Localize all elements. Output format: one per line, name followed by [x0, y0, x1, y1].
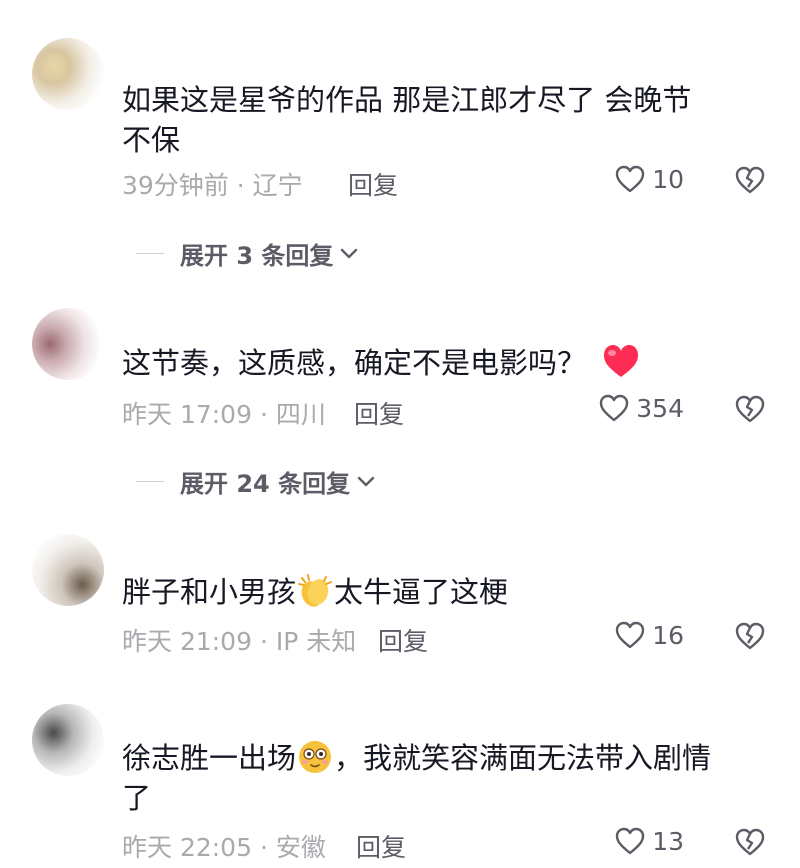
comment-text-part-1: 胖子和小男孩 [122, 575, 297, 609]
reply-button[interactable]: 回复 [348, 166, 398, 202]
like-button[interactable]: 13 [614, 826, 684, 856]
reply-button[interactable]: 回复 [356, 828, 406, 864]
like-button[interactable]: 16 [614, 620, 684, 650]
comment-text-line-1: 如果这是星爷的作品 那是江郎才尽了 会晚节 [122, 83, 692, 117]
broken-heart-icon[interactable] [734, 165, 766, 195]
like-count: 16 [652, 620, 684, 650]
heart-outline-icon [600, 394, 629, 422]
divider-line [136, 481, 164, 482]
expand-replies-button[interactable]: 展开 3 条回复 [136, 236, 359, 271]
flushed-face-icon [299, 741, 332, 773]
comment-text-line-2: 了 [122, 781, 152, 815]
comment-text: 这节奏，这质感，确定不是电影吗？ [122, 343, 762, 383]
heart-outline-icon [615, 827, 645, 855]
avatar[interactable] [32, 38, 104, 110]
comment-meta: 39分钟前 · 辽宁 [122, 171, 303, 200]
expand-replies-label: 展开 24 条回复 [180, 470, 351, 498]
avatar[interactable] [32, 704, 104, 776]
avatar[interactable] [32, 534, 104, 606]
comment-text-part-1: 徐志胜一出场 [122, 741, 297, 775]
comment-text: 徐志胜一出场 ，我就笑容满面无法带入剧情 了 [122, 738, 762, 818]
like-button[interactable]: 10 [614, 164, 684, 194]
comment-meta: 昨天 17:09 · 四川 [122, 400, 326, 429]
heart-outline-icon [615, 165, 645, 193]
red-heart-icon [604, 345, 639, 377]
comment-text: 如果这是星爷的作品 那是江郎才尽了 会晚节 不保 [122, 80, 762, 160]
comment-text-line-1: 这节奏，这质感，确定不是电影吗？ [122, 346, 587, 380]
like-count: 354 [636, 393, 684, 423]
heart-outline-icon [615, 621, 645, 649]
comment-text-line-2: 不保 [122, 123, 181, 157]
divider-line [136, 253, 164, 254]
like-button[interactable]: 354 [598, 393, 684, 423]
comment-text-part-2: 太牛逼了这梗 [334, 575, 509, 609]
comment-text: 胖子和小男孩 太牛逼了这梗 [122, 572, 762, 612]
like-count: 13 [652, 826, 684, 856]
chevron-down-icon [341, 248, 358, 258]
comment-text-part-2: ，我就笑容满面无法带入剧情 [334, 741, 712, 775]
reply-button[interactable]: 回复 [378, 622, 428, 658]
like-count: 10 [652, 164, 684, 194]
avatar[interactable] [32, 308, 104, 380]
clapping-hands-icon [298, 574, 333, 607]
broken-heart-icon[interactable] [734, 827, 766, 857]
expand-replies-button[interactable]: 展开 24 条回复 [136, 464, 376, 499]
chevron-down-icon [357, 476, 375, 486]
comment-meta: 昨天 22:05 · 安徽 [122, 833, 326, 862]
broken-heart-icon[interactable] [734, 394, 766, 424]
reply-button[interactable]: 回复 [354, 395, 404, 431]
broken-heart-icon[interactable] [734, 621, 766, 651]
expand-replies-label: 展开 3 条回复 [180, 242, 334, 270]
comment-meta: 昨天 21:09 · IP 未知 [122, 627, 357, 656]
